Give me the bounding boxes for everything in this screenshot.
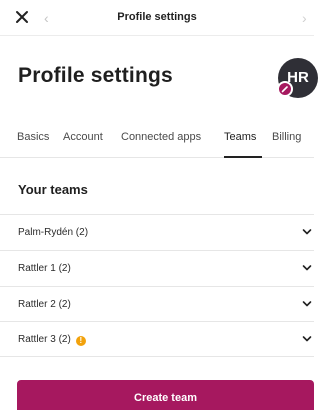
active-tab-indicator: [224, 156, 262, 158]
chevron-right-icon[interactable]: ›: [302, 10, 307, 26]
chevron-down-icon[interactable]: [302, 299, 312, 309]
create-team-button[interactable]: Create team: [17, 380, 314, 410]
team-name: Rattler 1 (2): [18, 263, 71, 274]
teams-section-title: Your teams: [18, 182, 88, 197]
settings-tabs: Basics Account Connected apps Teams Bill…: [0, 124, 314, 158]
tab-teams[interactable]: Teams: [224, 131, 256, 143]
chevron-down-icon[interactable]: [302, 334, 312, 344]
team-row[interactable]: Rattler 3 (2)!: [0, 321, 314, 357]
team-name: Rattler 2 (2): [18, 299, 71, 310]
divider: [0, 356, 314, 357]
team-row[interactable]: Rattler 1 (2): [0, 250, 314, 286]
team-name-with-warning: Rattler 3 (2)!: [18, 334, 86, 346]
team-row[interactable]: Palm-Rydén (2): [0, 214, 314, 250]
chevron-down-icon[interactable]: [302, 263, 312, 273]
window-title: Profile settings: [117, 11, 197, 23]
page-title: Profile settings: [18, 64, 173, 87]
tab-connected-apps[interactable]: Connected apps: [121, 131, 201, 143]
pencil-icon: [281, 86, 288, 93]
team-row[interactable]: Rattler 2 (2): [0, 286, 314, 322]
tab-account[interactable]: Account: [63, 131, 103, 143]
top-bar: ‹ Profile settings ›: [0, 0, 314, 36]
tab-basics[interactable]: Basics: [17, 131, 49, 143]
tab-billing[interactable]: Billing: [272, 131, 301, 143]
chevron-down-icon[interactable]: [302, 227, 312, 237]
warning-icon: !: [75, 336, 86, 346]
team-name: Palm-Rydén (2): [18, 227, 89, 238]
team-name: Rattler 3 (2): [18, 334, 71, 345]
avatar-edit-badge[interactable]: [277, 81, 293, 97]
